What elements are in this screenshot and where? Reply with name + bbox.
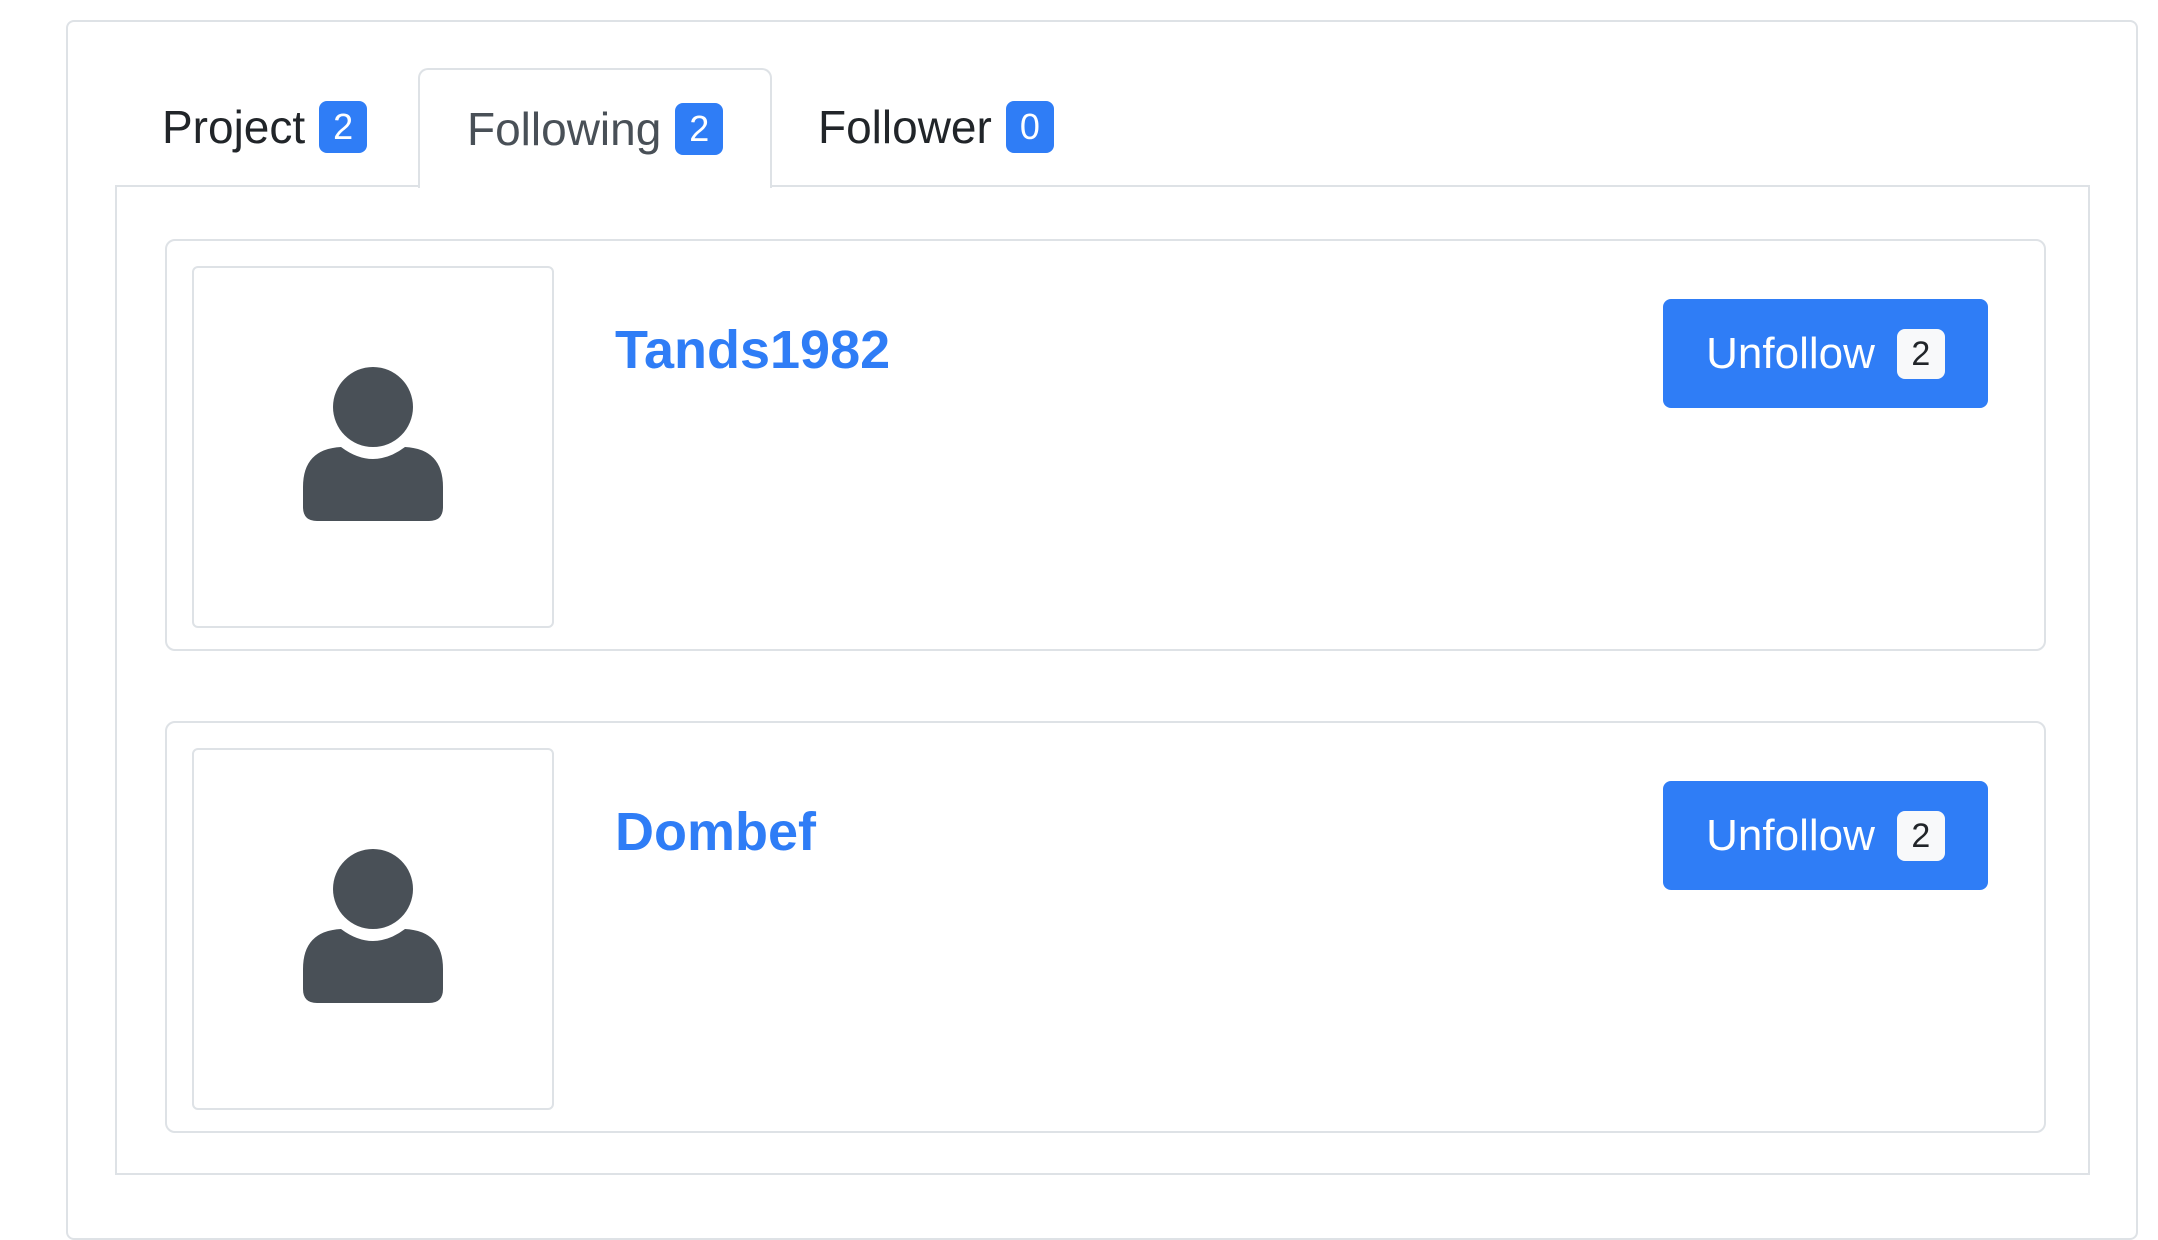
user-icon <box>303 849 443 1003</box>
following-tab-panel: Tands1982 Unfollow 2 Dombef Unfollow 2 <box>115 185 2090 1175</box>
unfollow-count-badge: 2 <box>1896 328 1945 379</box>
tab-following-label: Following <box>467 103 662 155</box>
tab-project-label: Project <box>162 101 306 153</box>
unfollow-button[interactable]: Unfollow 2 <box>1663 299 1988 408</box>
following-user-card: Tands1982 Unfollow 2 <box>165 239 2046 651</box>
tab-following[interactable]: Following 2 <box>418 68 773 188</box>
user-icon <box>303 367 443 521</box>
username-link[interactable]: Tands1982 <box>615 319 890 381</box>
username-link[interactable]: Dombef <box>615 801 816 863</box>
following-user-card: Dombef Unfollow 2 <box>165 721 2046 1133</box>
tab-follower-label: Follower <box>818 101 992 153</box>
avatar[interactable] <box>192 266 554 628</box>
unfollow-button-label: Unfollow <box>1706 328 1875 378</box>
unfollow-button[interactable]: Unfollow 2 <box>1663 781 1988 890</box>
profile-tabs: Project 2 Following 2 Follower 0 <box>115 68 2090 188</box>
tab-project[interactable]: Project 2 <box>115 68 414 186</box>
tab-following-count-badge: 2 <box>675 103 724 155</box>
avatar[interactable] <box>192 748 554 1110</box>
unfollow-button-label: Unfollow <box>1706 810 1875 860</box>
tab-follower-count-badge: 0 <box>1005 101 1054 153</box>
tab-project-count-badge: 2 <box>319 101 368 153</box>
tab-follower[interactable]: Follower 0 <box>771 68 1101 186</box>
unfollow-count-badge: 2 <box>1896 810 1945 861</box>
